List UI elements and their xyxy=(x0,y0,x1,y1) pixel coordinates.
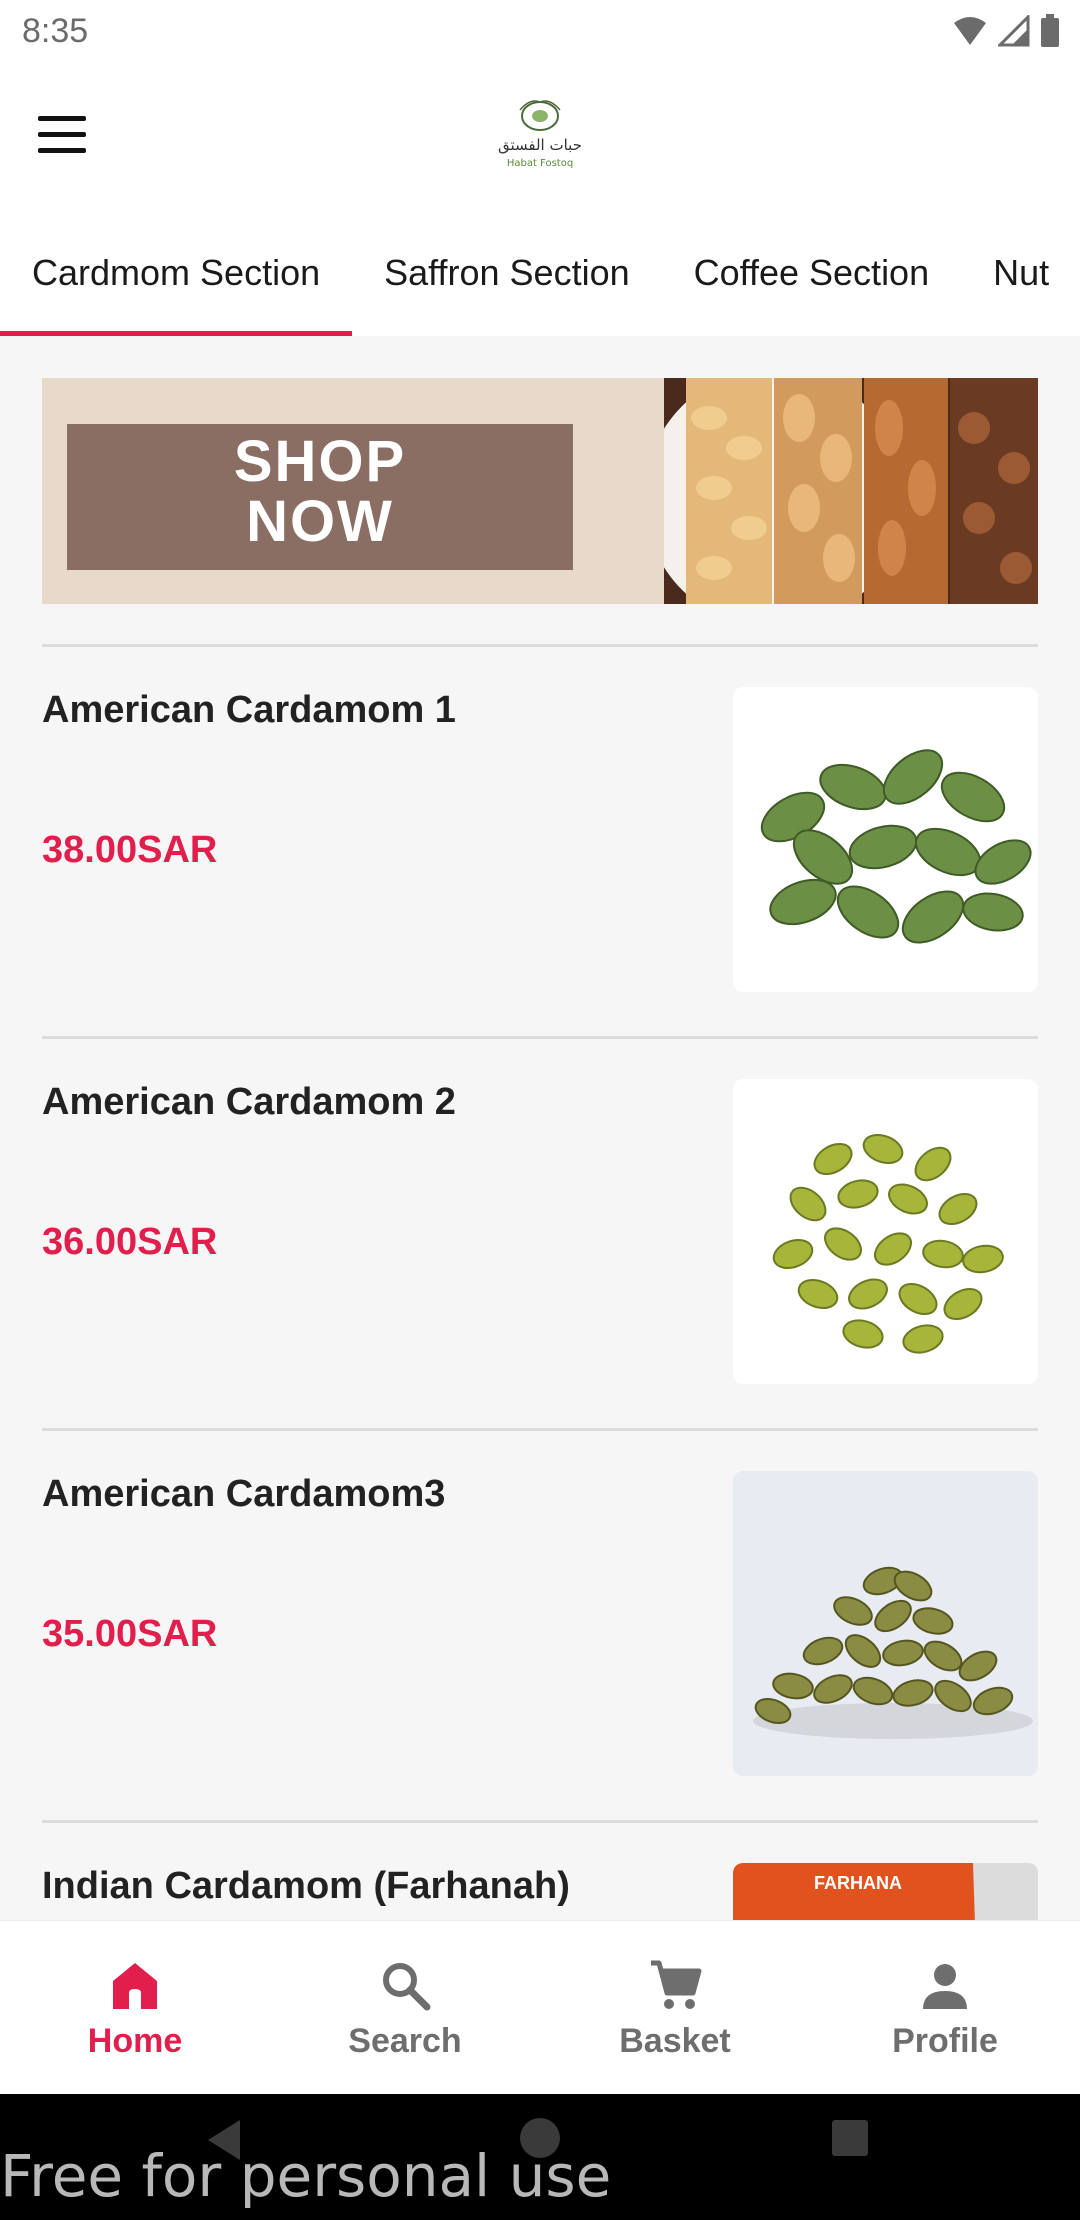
tab-cardamom[interactable]: Cardmom Section xyxy=(0,212,353,336)
product-price: 36.00SAR xyxy=(42,1221,218,1263)
nav-search-label: Search xyxy=(348,2022,462,2060)
banner-text: SHOP NOW xyxy=(67,432,573,552)
status-bar: 8:35 xyxy=(0,0,1080,64)
nav-home-label: Home xyxy=(87,2022,183,2060)
recents-icon[interactable] xyxy=(828,2116,872,2160)
product-image xyxy=(733,1079,1038,1384)
tab-saffron[interactable]: Saffron Section xyxy=(352,212,662,336)
product-card[interactable]: American Cardamom3 35.00SAR xyxy=(0,1431,1080,1821)
shop-now-banner[interactable]: SHOP NOW xyxy=(42,378,1038,604)
product-card[interactable]: Indian Cardamom (Farhanah) FARHANA xyxy=(0,1823,1080,1920)
wifi-icon xyxy=(954,17,986,45)
banner-line-2: NOW xyxy=(246,489,394,554)
search-icon xyxy=(383,1963,431,2011)
menu-line xyxy=(38,148,86,153)
category-tabs: Cardmom Section Saffron Section Coffee S… xyxy=(0,212,1080,336)
watermark-text: Free for personal use xyxy=(0,2142,612,2210)
product-image xyxy=(733,1471,1038,1776)
tab-nuts[interactable]: Nut xyxy=(961,212,1080,336)
product-name: American Cardamom3 xyxy=(42,1473,446,1515)
pistachio-logo-icon: حبات الفستق Habat Fostoq xyxy=(498,100,582,169)
nav-search[interactable]: Search xyxy=(270,1921,540,2094)
product-price: 35.00SAR xyxy=(42,1613,218,1655)
product-name: American Cardamom 1 xyxy=(42,689,456,731)
cart-icon xyxy=(651,1960,702,2009)
product-image xyxy=(733,687,1038,992)
product-price: 38.00SAR xyxy=(42,829,218,871)
product-image: FARHANA xyxy=(733,1863,1038,1920)
home-icon xyxy=(113,1963,157,2009)
product-list[interactable]: SHOP NOW American Cardamom 1 38.00SAR Am… xyxy=(0,336,1080,1920)
bottom-navigation: Home Search Basket Profile xyxy=(0,1920,1080,2094)
tab-coffee[interactable]: Coffee Section xyxy=(662,212,962,336)
banner-shop-box: SHOP NOW xyxy=(67,424,573,570)
menu-line xyxy=(38,116,86,121)
logo-arabic-text: حبات الفستق xyxy=(498,136,582,154)
nav-basket-label: Basket xyxy=(619,2022,731,2060)
mixed-nuts-image xyxy=(664,378,1038,604)
product-card[interactable]: American Cardamom 1 38.00SAR xyxy=(0,647,1080,1037)
system-navigation-bar: Free for personal use xyxy=(0,2094,1080,2220)
signal-icon xyxy=(998,15,1030,47)
nav-profile-label: Profile xyxy=(892,2022,998,2060)
package-label: FARHANA xyxy=(814,1873,902,1893)
logo-english-text: Habat Fostoq xyxy=(507,158,573,169)
app-bar: حبات الفستق Habat Fostoq xyxy=(0,64,1080,212)
brand-logo: حبات الفستق Habat Fostoq xyxy=(490,96,590,172)
status-icons xyxy=(952,14,1060,48)
product-name: Indian Cardamom (Farhanah) xyxy=(42,1865,570,1907)
menu-line xyxy=(38,132,86,137)
product-card[interactable]: American Cardamom 2 36.00SAR xyxy=(0,1039,1080,1429)
status-time: 8:35 xyxy=(22,12,89,50)
product-name: American Cardamom 2 xyxy=(42,1081,456,1123)
banner-line-1: SHOP xyxy=(233,429,407,494)
battery-icon xyxy=(1041,14,1059,47)
nav-profile[interactable]: Profile xyxy=(810,1921,1080,2094)
hamburger-menu-button[interactable] xyxy=(38,116,86,156)
person-icon xyxy=(923,1964,967,2009)
nav-home[interactable]: Home xyxy=(0,1921,270,2094)
nav-basket[interactable]: Basket xyxy=(540,1921,810,2094)
